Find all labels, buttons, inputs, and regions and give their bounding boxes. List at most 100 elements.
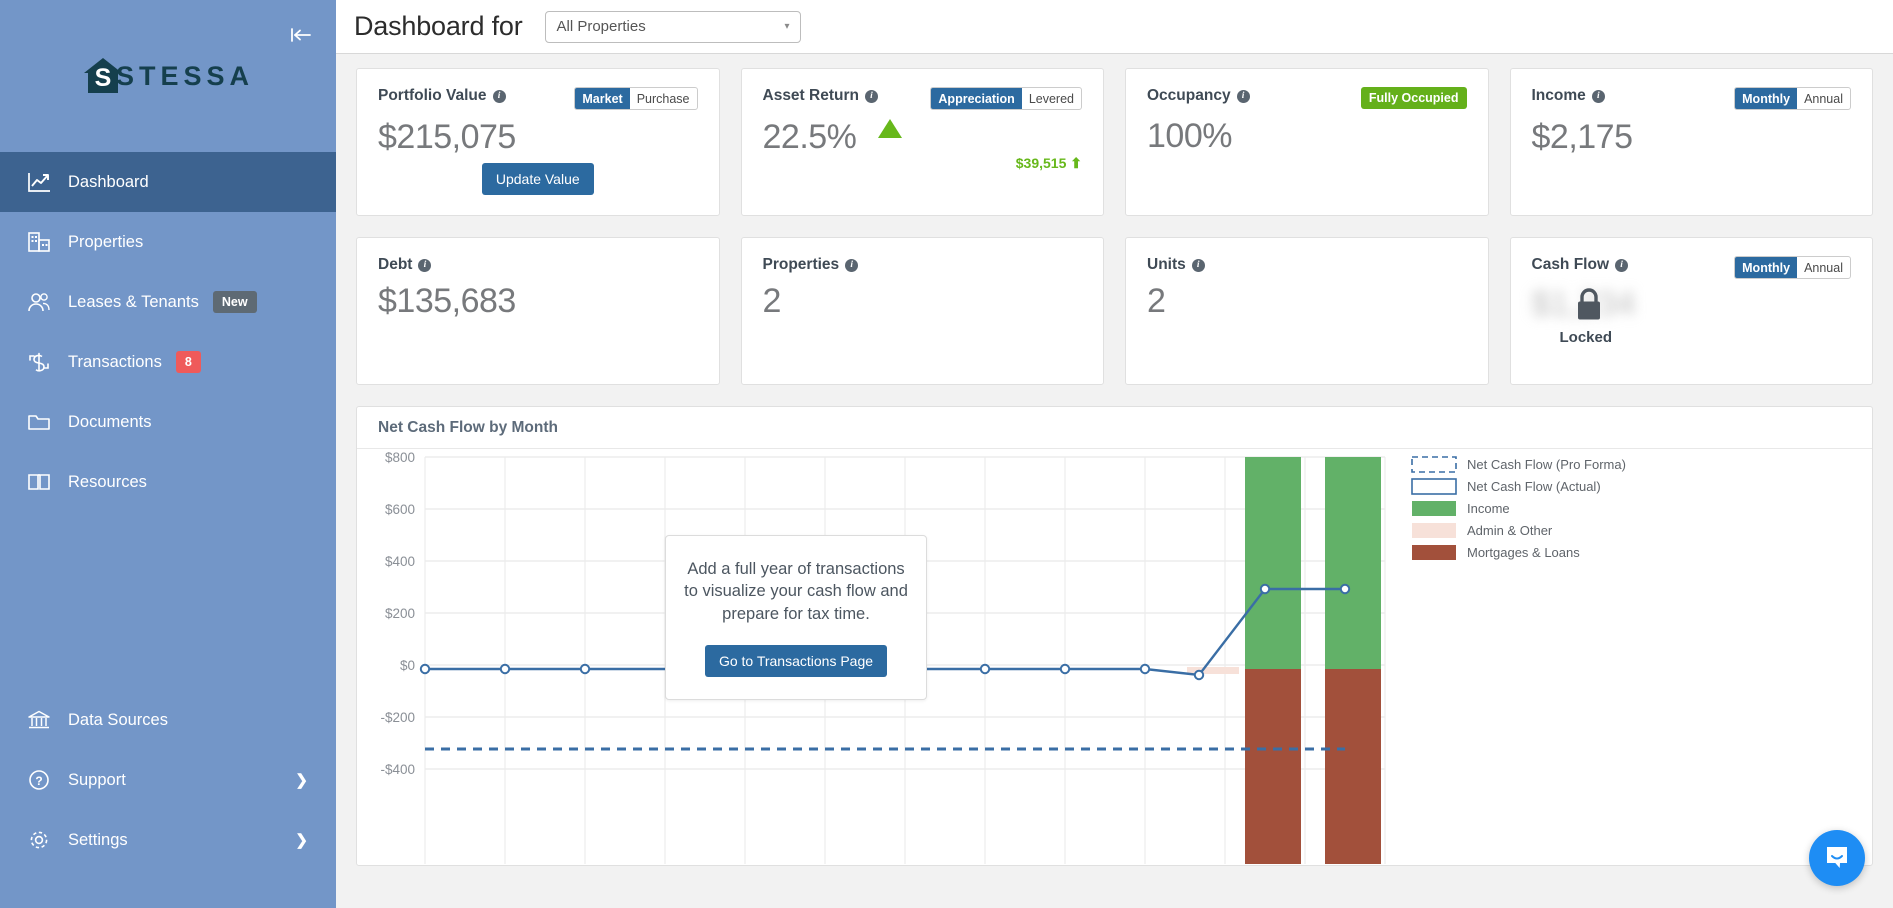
- legend-swatch-admin: [1412, 523, 1456, 538]
- chart-body: $800 $600 $400 $200 $0 -$200 -$400: [357, 449, 1872, 866]
- bar-income: [1325, 457, 1381, 669]
- people-icon: [24, 287, 54, 317]
- go-to-transactions-button[interactable]: Go to Transactions Page: [705, 645, 887, 677]
- card-title-label: Income: [1532, 87, 1586, 105]
- toggle-option-purchase[interactable]: Purchase: [630, 88, 697, 109]
- book-icon: [24, 467, 54, 497]
- info-icon[interactable]: i: [493, 90, 506, 103]
- chat-bubble-icon[interactable]: [1809, 830, 1865, 886]
- chart-overlay-callout: Add a full year of transactions to visua…: [665, 535, 927, 700]
- bank-icon: [24, 705, 54, 735]
- card-title-label: Portfolio Value: [378, 87, 487, 105]
- sidebar-item-label: Support: [68, 771, 126, 790]
- sidebar-item-label: Resources: [68, 473, 147, 492]
- legend-label: Admin & Other: [1467, 523, 1553, 538]
- toggle-option-annual[interactable]: Annual: [1797, 88, 1850, 109]
- legend-swatch-pro-forma: [1412, 457, 1456, 472]
- card-income: Income i Monthly Annual $2,175: [1510, 68, 1874, 216]
- card-value: 100%: [1147, 117, 1467, 156]
- y-tick-label: -$400: [380, 762, 415, 777]
- sidebar-item-transactions[interactable]: Transactions 8: [0, 332, 336, 392]
- chart-title: Net Cash Flow by Month: [357, 407, 1872, 449]
- bar-mortgages: [1245, 669, 1301, 864]
- toggle-option-market[interactable]: Market: [575, 88, 629, 109]
- line-point: [1141, 665, 1149, 673]
- net-cash-flow-chart-card: Net Cash Flow by Month: [356, 406, 1873, 866]
- card-cash-flow: Cash Flow i Monthly Annual $1,234: [1510, 237, 1874, 385]
- page-title: Dashboard for: [354, 11, 523, 42]
- sidebar-item-label: Documents: [68, 413, 151, 432]
- line-point: [1195, 671, 1203, 679]
- sidebar-item-leases-tenants[interactable]: Leases & Tenants New: [0, 272, 336, 332]
- card-title-label: Properties: [763, 256, 840, 274]
- sidebar-item-support[interactable]: ? Support ❯: [0, 750, 336, 810]
- line-point: [501, 665, 509, 673]
- sidebar-nav-top: Dashboard Properties: [0, 152, 336, 512]
- sidebar-item-properties[interactable]: Properties: [0, 212, 336, 272]
- sidebar-item-dashboard[interactable]: Dashboard: [0, 152, 336, 212]
- toggle-option-monthly[interactable]: Monthly: [1735, 88, 1797, 109]
- gear-icon: [24, 825, 54, 855]
- update-value-button[interactable]: Update Value: [482, 163, 594, 195]
- cash-flow-toggle[interactable]: Monthly Annual: [1734, 256, 1851, 279]
- sidebar-item-data-sources[interactable]: Data Sources: [0, 690, 336, 750]
- info-icon[interactable]: i: [1615, 259, 1628, 272]
- chart-legend: Net Cash Flow (Pro Forma) Net Cash Flow …: [1412, 457, 1626, 560]
- legend-swatch-income: [1412, 501, 1456, 516]
- topbar: Dashboard for All Properties ▾: [336, 0, 1893, 54]
- property-select-value: All Properties: [557, 18, 646, 35]
- info-icon[interactable]: i: [1192, 259, 1205, 272]
- card-occupancy: Occupancy i Fully Occupied 100%: [1125, 68, 1489, 216]
- sidebar: S STESSA Dashboard: [0, 0, 336, 908]
- toggle-option-appreciation[interactable]: Appreciation: [931, 88, 1021, 109]
- card-properties: Properties i 2: [741, 237, 1105, 385]
- card-asset-return: Asset Return i Appreciation Levered 22.5…: [741, 68, 1105, 216]
- y-tick-label: $400: [385, 554, 415, 569]
- info-icon[interactable]: i: [1237, 90, 1250, 103]
- info-icon[interactable]: i: [865, 90, 878, 103]
- sidebar-item-label: Data Sources: [68, 711, 168, 730]
- y-tick-label: $0: [400, 658, 415, 673]
- svg-text:S: S: [95, 64, 112, 92]
- overlay-message: Add a full year of transactions to visua…: [684, 558, 908, 625]
- toggle-option-monthly[interactable]: Monthly: [1735, 257, 1797, 278]
- info-icon[interactable]: i: [418, 259, 431, 272]
- cash-flow-locked: $1,234 Locked: [1532, 285, 1852, 355]
- main-area: Dashboard for All Properties ▾ Portfolio…: [336, 0, 1893, 908]
- chart-bars: [1187, 457, 1381, 864]
- line-point: [1261, 585, 1269, 593]
- toggle-option-annual[interactable]: Annual: [1797, 257, 1850, 278]
- legend-label: Net Cash Flow (Pro Forma): [1467, 457, 1626, 472]
- collapse-left-icon[interactable]: [288, 22, 314, 48]
- toggle-option-levered[interactable]: Levered: [1022, 88, 1081, 109]
- chart-y-axis-labels: $800 $600 $400 $200 $0 -$200 -$400: [380, 450, 415, 777]
- card-units: Units i 2: [1125, 237, 1489, 385]
- brand-logo[interactable]: S STESSA: [0, 0, 336, 152]
- info-icon[interactable]: i: [845, 259, 858, 272]
- sidebar-badge-new: New: [213, 291, 257, 313]
- card-title-label: Occupancy: [1147, 87, 1231, 105]
- chart-line-icon: [24, 167, 54, 197]
- sidebar-item-settings[interactable]: Settings ❯: [0, 810, 336, 870]
- property-select[interactable]: All Properties ▾: [545, 11, 801, 43]
- sidebar-item-resources[interactable]: Resources: [0, 452, 336, 512]
- brand-text: STESSA: [116, 61, 254, 92]
- folder-icon: [24, 407, 54, 437]
- line-point: [1061, 665, 1069, 673]
- info-icon[interactable]: i: [1592, 90, 1605, 103]
- asset-return-toggle[interactable]: Appreciation Levered: [930, 87, 1082, 110]
- line-point: [421, 665, 429, 673]
- income-toggle[interactable]: Monthly Annual: [1734, 87, 1851, 110]
- sidebar-item-label: Properties: [68, 233, 143, 252]
- card-title-label: Units: [1147, 256, 1186, 274]
- y-tick-label: $600: [385, 502, 415, 517]
- sidebar-nav-bottom: Data Sources ? Support ❯: [0, 690, 336, 870]
- bar-mortgages: [1325, 669, 1381, 864]
- sidebar-item-label: Dashboard: [68, 173, 149, 192]
- card-value: 22.5%: [763, 118, 857, 156]
- card-value: $215,075: [378, 118, 698, 157]
- y-tick-label: $200: [385, 606, 415, 621]
- sidebar-item-documents[interactable]: Documents: [0, 392, 336, 452]
- portfolio-value-toggle[interactable]: Market Purchase: [574, 87, 697, 110]
- asset-return-delta: $39,515 ⬆: [1016, 155, 1082, 172]
